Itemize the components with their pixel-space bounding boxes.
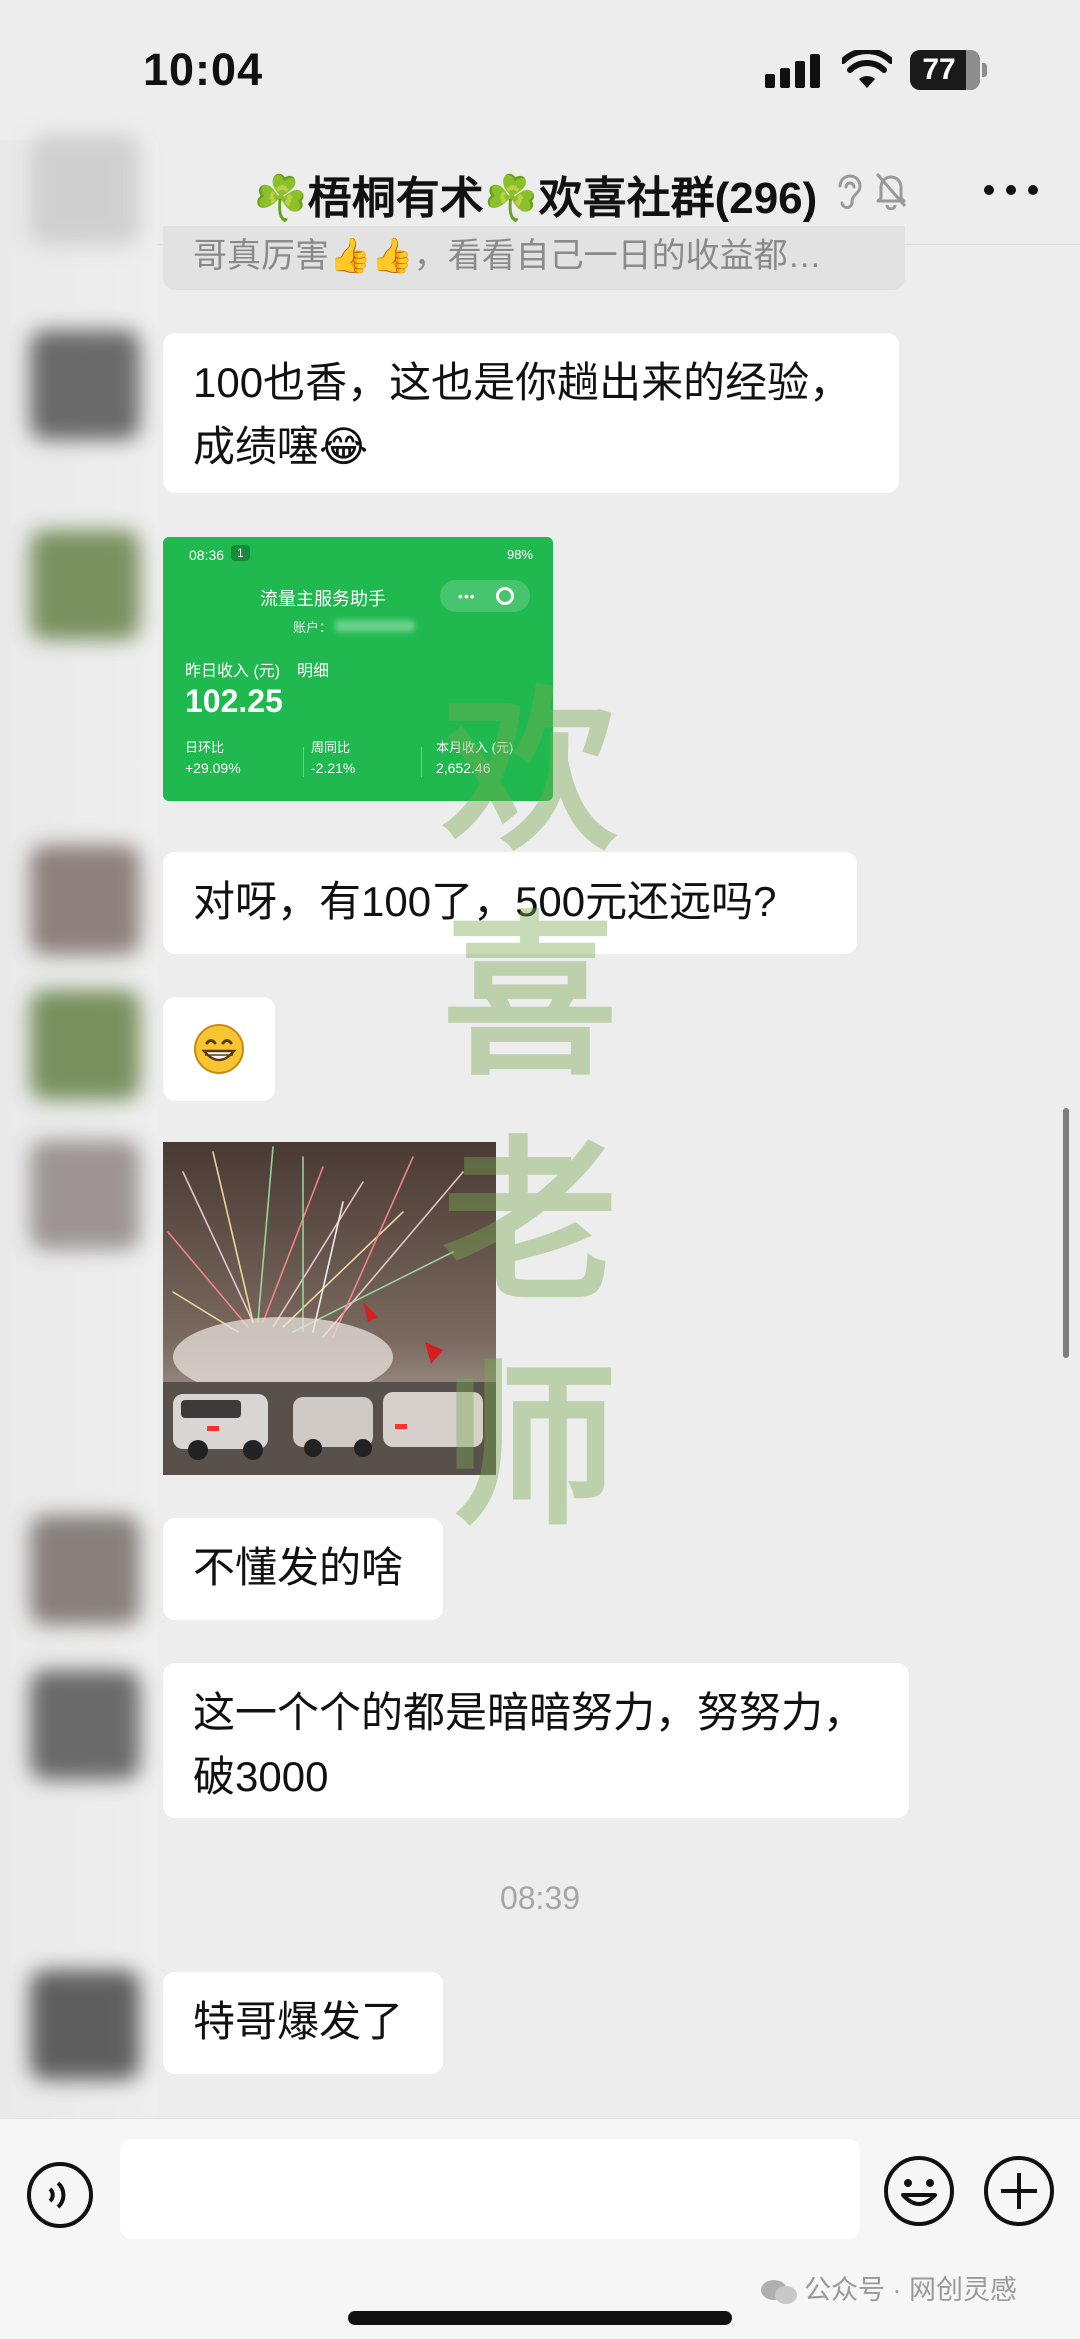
card-stat-label: 周同比	[311, 740, 351, 755]
card-stat-value: -2.21%	[311, 760, 356, 776]
emoji-icon[interactable]	[883, 2155, 955, 2227]
status-bar: 10:04 77	[0, 0, 1080, 140]
cellular-signal-icon	[765, 52, 825, 88]
plus-icon[interactable]	[983, 2155, 1055, 2227]
wechat-logo-icon	[761, 2279, 797, 2304]
clover-emoji: ☘️	[253, 174, 308, 223]
avatar[interactable]	[30, 530, 140, 640]
avatar[interactable]	[30, 845, 140, 955]
card-battery: 98%	[506, 547, 533, 562]
avatar[interactable]	[30, 1515, 140, 1625]
mini-program-screenshot[interactable]: 08:36 1 98% 流量主服务助手 ••• 账户： 昨日收入 (元) 明细 …	[163, 537, 553, 801]
mute-bell-icon	[875, 173, 907, 210]
ear-icon	[838, 174, 862, 210]
card-account-redacted	[335, 620, 415, 632]
status-time: 10:04	[143, 44, 264, 95]
avatar[interactable]	[30, 1970, 140, 2080]
message-text: 对呀，有100了，500元还远吗?	[193, 878, 777, 925]
card-income-label: 昨日收入 (元)	[185, 663, 281, 680]
scrollbar[interactable]	[1063, 1108, 1069, 1358]
message-text: 不懂发的啥	[193, 1544, 404, 1591]
card-stat-value: 2,652.46	[436, 760, 491, 776]
message-bubble[interactable]	[163, 997, 275, 1101]
card-income-value: 102.25	[185, 683, 283, 719]
message-text: 100也香，这也是你趟出来的经验，成绩噻😂	[193, 359, 852, 470]
message-text: 特哥爆发了	[193, 1998, 404, 2045]
message-bubble[interactable]: 特哥爆发了	[163, 1972, 443, 2074]
message-input[interactable]	[120, 2139, 860, 2239]
fireworks-photo[interactable]	[163, 1142, 496, 1475]
card-stat-value: +29.09%	[185, 760, 241, 776]
message-bubble[interactable]: 对呀，有100了，500元还远吗?	[163, 852, 857, 954]
chat-title-main: 梧桐有术	[307, 174, 484, 223]
card-account-label: 账户：	[293, 620, 333, 635]
message-bubble[interactable]: 这一个个的都是暗暗努力，努努力，破3000	[163, 1663, 909, 1818]
avatar[interactable]	[30, 1670, 140, 1780]
battery-level: 77	[922, 53, 956, 86]
chat-title[interactable]: ☘️梧桐有术☘️欢喜社群(296)	[253, 162, 817, 226]
card-time: 08:36	[189, 547, 225, 563]
avatar[interactable]	[30, 330, 140, 440]
time-divider: 08:39	[499, 1880, 581, 1916]
chat-title-suffix: 欢喜社群(296)	[538, 174, 818, 223]
message-bubble[interactable]: 不懂发的啥	[163, 1518, 443, 1620]
message-text: 这一个个的都是暗暗努力，努努力，破3000	[193, 1689, 866, 1800]
avatar[interactable]	[30, 135, 140, 245]
avatar[interactable]	[30, 990, 140, 1100]
wifi-icon	[842, 50, 892, 88]
battery-icon: 77	[910, 50, 987, 90]
capsule-menu: •••	[440, 580, 530, 612]
footer-watermark: 公众号 · 网创灵感	[760, 2268, 1017, 2307]
card-detail-link: 明细	[297, 663, 330, 680]
clover-emoji: ☘️	[483, 174, 539, 223]
card-stat-label: 日环比	[185, 740, 225, 755]
message-bubble[interactable]: 哥真厉害👍👍，看看自己一日的收益都…	[163, 226, 905, 290]
card-title: 流量主服务助手	[260, 589, 386, 609]
voice-input-icon[interactable]	[26, 2161, 94, 2229]
footer-text: 公众号 · 网创灵感	[804, 2275, 1017, 2305]
grinning-emoji-icon	[194, 1024, 244, 1074]
card-stat-label: 本月收入 (元)	[436, 740, 514, 755]
card-tag: 1	[231, 545, 250, 561]
home-indicator[interactable]	[348, 2311, 732, 2325]
more-icon[interactable]	[983, 184, 1039, 196]
message-bubble[interactable]: 100也香，这也是你趟出来的经验，成绩噻😂	[163, 333, 899, 493]
avatar[interactable]	[30, 1140, 140, 1250]
